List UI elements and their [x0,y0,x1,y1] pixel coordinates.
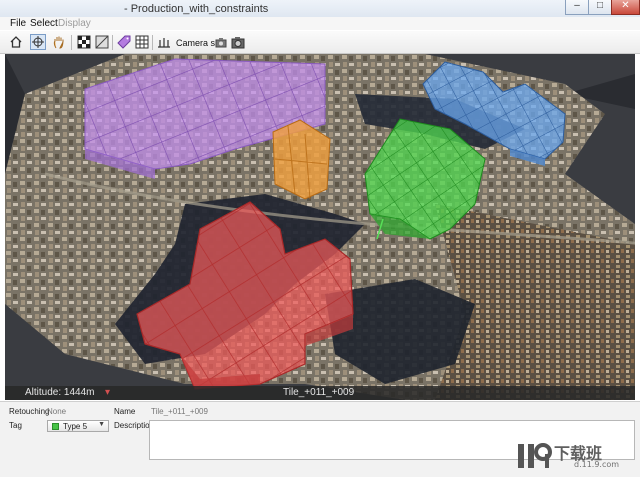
description-label: Description [114,421,155,430]
toolbar-separator [112,35,113,50]
home-button[interactable] [8,34,24,50]
camera-icon [215,38,227,48]
tag-label: Tag [9,421,22,430]
pan-tool-button[interactable] [51,34,67,50]
toolbar: Camera size [0,31,640,54]
home-icon [10,36,22,48]
altitude-marker-icon: ▾ [105,387,111,398]
camera-small-button[interactable] [213,34,229,50]
checker-button[interactable] [76,34,92,50]
tag-icon [117,35,131,49]
close-button[interactable]: ✕ [611,0,640,15]
level-button[interactable] [156,34,172,50]
city-scene[interactable] [5,54,635,400]
menu-select[interactable]: Select [30,18,58,29]
tag-select-value: Type 5 [63,422,88,431]
name-label: Name [114,407,136,416]
title-bar: - Production_with_constraints – □ ✕ [0,0,640,17]
texture-icon [95,35,109,49]
camera-large-button[interactable] [230,34,246,50]
minimize-button[interactable]: – [565,0,589,15]
maximize-button[interactable]: □ [588,0,612,15]
toolbar-separator [71,35,72,50]
watermark-logo: 下载班 d.11.9.com [514,438,632,474]
toolbar-separator [152,35,153,50]
tile-readout: Tile_+011_+009 [283,387,355,398]
checker-icon [77,35,91,49]
camera-large-icon [231,37,245,49]
select-icon [32,36,44,48]
grid-icon [135,35,149,49]
select-tool-button[interactable] [30,34,46,50]
grid-button[interactable] [134,34,150,50]
tag-select[interactable]: Type 5 ▼ [47,420,109,432]
tag-button[interactable] [116,34,132,50]
retouching-label: Retouching [9,407,50,416]
level-icon [158,38,170,48]
properties-panel: Retouching None Name Tile_+011_+009 Tag … [0,401,640,477]
pan-hand-icon [53,36,64,49]
menu-file[interactable]: File [10,18,26,29]
watermark-symbol-icon [518,443,552,468]
viewport-status-bar: Altitude: 1444m ▾ Tile_+011_+009 [5,386,635,400]
texture-button[interactable] [94,34,110,50]
retouching-value: None [47,407,67,416]
menu-display: Display [58,18,91,29]
chevron-down-icon: ▼ [98,421,105,428]
3d-viewport[interactable] [5,54,635,400]
watermark-site: d.11.9.com [574,460,620,469]
name-value: Tile_+011_+009 [151,407,208,416]
window-title: - Production_with_constraints [124,3,269,15]
altitude-readout: Altitude: 1444m [25,387,95,398]
menu-bar: File Select Display [0,17,640,30]
tag-color-swatch [52,423,59,430]
